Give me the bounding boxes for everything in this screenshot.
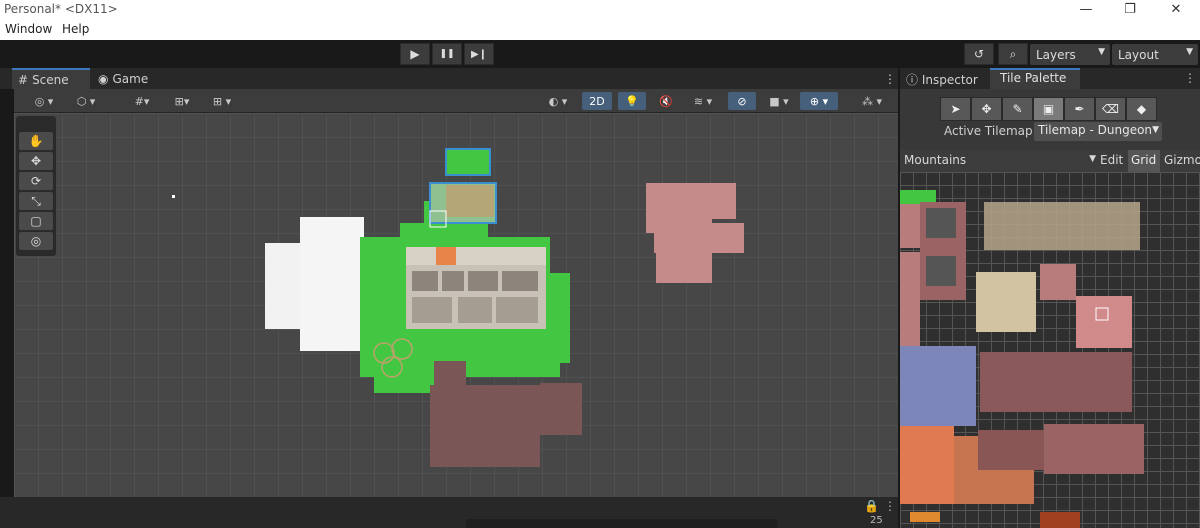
scene-viewport[interactable] xyxy=(14,113,898,497)
palette-toolbar: Mountains ▼ Edit Grid Gizmos xyxy=(900,150,1200,172)
shading-mode-dropdown[interactable]: ◐ ▾ xyxy=(540,92,576,110)
tile-palette-grid[interactable] xyxy=(900,172,1200,528)
picker-icon[interactable]: ✒ xyxy=(1064,97,1095,121)
chevron-down-icon: ▼ xyxy=(1098,47,1105,57)
grid-toggle[interactable]: Grid xyxy=(1128,150,1160,172)
active-tilemap-value: Tilemap - Dungeon xyxy=(1038,123,1153,137)
palette-tools: ➤ ✥ ✎ ▣ ✒ ⌫ ◆ xyxy=(940,97,1162,121)
close-icon[interactable]: ✕ xyxy=(1156,0,1196,19)
gizmos-dropdown[interactable]: ⊕ ▾ xyxy=(800,92,838,110)
scene-tilemap-render xyxy=(172,148,744,467)
play-button[interactable]: ▶ xyxy=(400,43,430,65)
lock-icon[interactable]: 🔒 xyxy=(864,499,879,513)
tab-game-label: Game xyxy=(112,71,149,86)
tab-inspector-label: Inspector xyxy=(921,73,978,87)
2d-toggle-button[interactable]: 2D xyxy=(582,92,612,110)
menu-bar: Window Help xyxy=(0,19,1200,40)
increment-snap-dropdown[interactable]: ⊞▾ xyxy=(164,92,200,110)
move-tool-icon[interactable]: ✥ xyxy=(19,152,53,170)
maximize-icon[interactable]: ❐ xyxy=(1110,0,1150,19)
active-tilemap-label: Active Tilemap xyxy=(944,124,1033,138)
os-title-bar: Personal* <DX11> — ❐ ✕ xyxy=(0,0,1200,19)
move-tool-icon[interactable]: ✥ xyxy=(971,97,1002,121)
layers-dropdown[interactable]: Layers ▼ xyxy=(1030,44,1110,65)
box-fill-icon[interactable]: ▣ xyxy=(1033,97,1064,121)
tab-scene-label: Scene xyxy=(32,72,69,87)
lighting-icon[interactable]: 💡 xyxy=(618,92,646,110)
pivot-dropdown[interactable]: ⬡ ▾ xyxy=(68,92,104,110)
scene-toolbar: ◎ ▾ ⬡ ▾ #▾ ⊞▾ ⊞ ▾ ◐ ▾ 2D 💡 🔇 ≋ ▾ ⊘ ■ ▾ ⊕… xyxy=(14,89,898,113)
object-count: 25 xyxy=(870,515,883,526)
palette-tiles-render xyxy=(900,190,1144,528)
grid-icon: # xyxy=(18,72,29,87)
snap-grid-dropdown[interactable]: #▾ xyxy=(124,92,160,110)
main-toolbar: ▶ ❚❚ ▶❙ ↺ ⌕ Layers ▼ Layout ▼ xyxy=(0,40,1200,68)
gizmos-toggle[interactable]: Gizmos xyxy=(1164,153,1200,167)
tool-handle-dropdown[interactable]: ◎ ▾ xyxy=(26,92,62,110)
fill-bucket-icon[interactable]: ◆ xyxy=(1126,97,1157,121)
more-options-icon[interactable]: ⋮ xyxy=(884,499,896,513)
gamepad-icon: ◉ xyxy=(98,71,109,86)
audio-icon[interactable]: 🔇 xyxy=(652,92,680,110)
more-options-icon[interactable]: ⋮ xyxy=(1184,71,1196,85)
more-options-icon[interactable]: ⋮ xyxy=(878,68,896,89)
hidden-objects-icon[interactable]: ⊘ xyxy=(728,92,756,110)
edit-button[interactable]: Edit xyxy=(1100,153,1123,167)
eraser-icon[interactable]: ⌫ xyxy=(1095,97,1126,121)
pause-button[interactable]: ❚❚ xyxy=(432,43,462,65)
rect-tool-icon[interactable]: ▢ xyxy=(19,212,53,230)
history-icon[interactable]: ↺ xyxy=(964,43,994,65)
window-title: Personal* <DX11> xyxy=(4,2,118,16)
chevron-down-icon: ▼ xyxy=(1186,47,1193,57)
palette-name: Mountains xyxy=(904,153,967,167)
right-tabbar: ⓘ Inspector Tile Palette ⋮ xyxy=(900,68,1200,89)
hand-tool-icon[interactable]: ✋ xyxy=(19,132,53,150)
camera-dropdown[interactable]: ■ ▾ xyxy=(760,92,798,110)
step-button[interactable]: ▶❙ xyxy=(464,43,494,65)
effects-dropdown[interactable]: ≋ ▾ xyxy=(684,92,722,110)
chevron-down-icon: ▼ xyxy=(1152,125,1159,135)
menu-help[interactable]: Help xyxy=(62,22,89,36)
transform-tool-icon[interactable]: ◎ xyxy=(19,232,53,250)
paint-brush-icon[interactable]: ✎ xyxy=(1002,97,1033,121)
tab-game[interactable]: ◉ Game xyxy=(92,68,162,89)
info-icon: ⓘ xyxy=(906,73,919,87)
select-tool-icon[interactable]: ➤ xyxy=(940,97,971,121)
tab-tile-palette[interactable]: Tile Palette xyxy=(990,68,1080,89)
search-field[interactable] xyxy=(466,519,778,528)
tool-strip: ✋ ✥ ⟳ ⤡ ▢ ◎ xyxy=(16,116,56,256)
search-icon[interactable]: ⌕ xyxy=(998,43,1028,65)
scene-tabbar: # Scene ◉ Game ⋮ xyxy=(0,68,898,89)
scale-tool-icon[interactable]: ⤡ xyxy=(19,192,53,210)
layout-label: Layout xyxy=(1118,47,1159,62)
tab-scene[interactable]: # Scene xyxy=(12,68,90,89)
menu-window[interactable]: Window xyxy=(5,22,52,36)
layers-visibility-dropdown[interactable]: ⁂ ▾ xyxy=(854,92,890,110)
rotate-tool-icon[interactable]: ⟳ xyxy=(19,172,53,190)
layout-dropdown[interactable]: Layout ▼ xyxy=(1112,44,1198,65)
minimize-icon[interactable]: — xyxy=(1066,0,1106,19)
grid-visibility-dropdown[interactable]: ⊞ ▾ xyxy=(202,92,242,110)
layers-label: Layers xyxy=(1036,47,1076,62)
tab-inspector[interactable]: ⓘ Inspector xyxy=(906,71,978,88)
bottom-panel-bar: 🔒 ⋮ 25 xyxy=(0,497,898,528)
palette-dropdown[interactable]: Mountains ▼ xyxy=(904,153,1098,170)
active-tilemap-dropdown[interactable]: Tilemap - Dungeon ▼ xyxy=(1034,122,1162,141)
chevron-down-icon: ▼ xyxy=(1089,154,1096,164)
